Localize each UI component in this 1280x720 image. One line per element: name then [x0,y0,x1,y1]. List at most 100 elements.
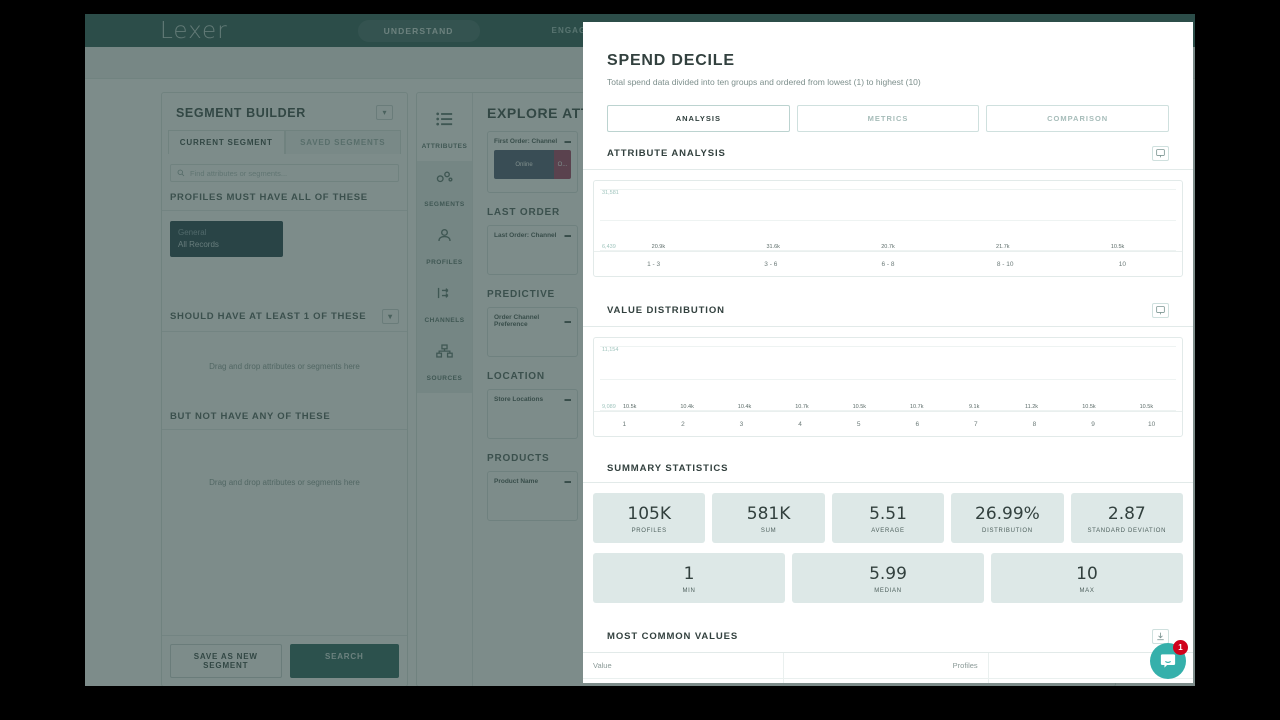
save-as-new-segment-button[interactable]: SAVE AS NEW SEGMENT [170,644,282,678]
modal-tabs: ANALYSIS METRICS COMPARISON [607,105,1169,132]
tab-metrics[interactable]: METRICS [797,105,980,132]
attribute-card-title: First Order: Channel [494,138,557,145]
search-input[interactable]: Find attributes or segments... [170,164,399,182]
more-icon[interactable]: ▬ [565,318,572,325]
chevron-down-icon[interactable]: ▾ [382,309,399,324]
bar-value-label: 21.7k [996,244,1009,250]
attribute-card[interactable]: Last Order: Channel ▬ [487,225,578,275]
section-must-have: PROFILES MUST HAVE ALL OF THESE [162,182,407,211]
x-axis-tick: 3 [715,412,768,436]
stat-label: MEDIAN [792,588,984,594]
x-axis-tick: 8 [1008,412,1061,436]
x-axis-tick: 8 - 10 [950,252,1061,276]
attribute-card[interactable]: Product Name ▬ [487,471,578,521]
stat-card: 5.51 AVERAGE [832,493,944,543]
sidebar-item-attributes[interactable]: ATTRIBUTES [417,103,472,161]
lexer-logo[interactable]: Lexer [160,18,228,44]
tab-current-segment[interactable]: CURRENT SEGMENT [168,130,285,154]
distribution-segment[interactable]: O... [554,150,571,179]
chevron-down-icon[interactable]: ▾ [376,105,393,120]
chart-bar[interactable]: 10.7k [891,404,942,412]
chart-bar[interactable]: 10.5k [834,404,885,412]
sidebar-item-sources[interactable]: SOURCES [417,335,472,393]
chart-bar[interactable]: 10.7k [776,404,827,412]
value-distribution-chart: 11,154 9,089 10.5k10.4k10.4k10.7k10.5k10… [593,337,1183,437]
modal-subtitle: Total spend data divided into ten groups… [607,77,1169,87]
nav-understand[interactable]: UNDERSTAND [358,20,480,42]
stat-value: 105K [593,504,705,524]
attribute-detail-modal: SPEND DECILE Total spend data divided in… [583,22,1193,683]
stat-value: 581K [712,504,824,524]
attribute-card[interactable]: Order Channel Preference▬ [487,307,578,357]
search-placeholder: Find attributes or segments... [190,169,287,178]
attribute-card[interactable]: First Order: Channel ▬ OnlineO... [487,131,578,193]
attribute-card-header: Product Name ▬ [494,478,571,485]
bar-value-label: 10.4k [680,404,693,410]
section-title: SUMMARY STATISTICS [607,463,728,474]
most-common-values-header: MOST COMMON VALUES [583,615,1193,653]
more-icon[interactable]: ▬ [565,232,572,239]
chart-toggle-icon[interactable] [1152,146,1169,161]
chart-bar[interactable]: 10.4k [661,404,712,412]
search-button[interactable]: SEARCH [290,644,400,678]
chart-bar[interactable]: 21.7k [948,244,1057,252]
bar-value-label: 10.5k [623,404,636,410]
x-axis-tick: 5 [832,412,885,436]
chart-plot-area: 31,581 6,439 20.9k31.6k20.7k21.7k10.5k [600,189,1176,251]
attribute-analysis-chart: 31,581 6,439 20.9k31.6k20.7k21.7k10.5k 1… [593,180,1183,277]
chart-bar[interactable]: 31.6k [719,244,828,252]
stat-value: 5.99 [792,564,984,584]
dropzone-not[interactable]: Drag and drop attributes or segments her… [162,430,407,535]
sidebar-item-label: SEGMENTS [424,201,464,208]
download-icon[interactable] [1152,629,1169,644]
chart-bar[interactable]: 11.2k [1006,404,1057,412]
stat-value: 5.51 [832,504,944,524]
x-axis-tick: 10 [1125,412,1178,436]
stat-label: MIN [593,588,785,594]
tab-analysis[interactable]: ANALYSIS [607,105,790,132]
sidebar-item-label: ATTRIBUTES [422,143,468,150]
page-title: SEGMENT BUILDER [176,106,306,120]
section-should-have: SHOULD HAVE AT LEAST 1 OF THESE ▾ [162,299,407,332]
attribute-card-title: Product Name [494,478,538,485]
attribute-card-title: Order Channel Preference [494,314,565,328]
chart-bar[interactable]: 9.1k [948,404,999,412]
sidebar-item-segments[interactable]: SEGMENTS [417,161,472,219]
stat-label: AVERAGE [832,528,944,534]
chart-bar[interactable]: 20.9k [604,244,713,252]
distribution-segment[interactable]: Online [494,150,554,179]
segment-builder-header: SEGMENT BUILDER ▾ [162,93,407,126]
attribute-chip-all-records[interactable]: General All Records [170,221,283,257]
tab-saved-segments[interactable]: SAVED SEGMENTS [285,130,402,154]
section-title: MOST COMMON VALUES [607,631,738,642]
section-should-label: SHOULD HAVE AT LEAST 1 OF THESE [170,311,366,322]
segments-icon [417,170,472,189]
chart-toggle-icon[interactable] [1152,303,1169,318]
table-column-header: Value [583,653,783,679]
chart-bar[interactable]: 10.5k [1121,404,1172,412]
chart-bar[interactable]: 20.7k [834,244,943,252]
attribute-card[interactable]: Store Locations▬ [487,389,578,439]
attribute-card-header: Last Order: Channel ▬ [494,232,571,239]
chart-bar[interactable]: 10.4k [719,404,770,412]
attribute-analysis-header: ATTRIBUTE ANALYSIS [583,132,1193,170]
sidebar-item-profiles[interactable]: PROFILES [417,219,472,277]
intercom-launcher[interactable]: 1 [1150,643,1186,679]
table-row[interactable]: 811,15410.58% [583,679,1193,684]
chart-bar[interactable]: 10.5k [1063,244,1172,252]
channels-icon [417,286,472,305]
more-icon[interactable]: ▬ [565,138,572,145]
x-axis-tick: 4 [774,412,827,436]
stat-label: MAX [991,588,1183,594]
attribute-card-title: Last Order: Channel [494,232,556,239]
chart-bar[interactable]: 10.5k [1063,404,1114,412]
x-axis-tick: 7 [950,412,1003,436]
dropzone-should[interactable]: Drag and drop attributes or segments her… [162,332,407,401]
more-icon[interactable]: ▬ [565,478,572,485]
sidebar-item-channels[interactable]: CHANNELS [417,277,472,335]
chart-bar[interactable]: 10.5k [604,404,655,412]
summary-stats-row: 1MIN5.99MEDIAN10MAX [583,543,1193,603]
x-axis-tick: 3 - 6 [715,252,826,276]
more-icon[interactable]: ▬ [565,396,572,403]
tab-comparison[interactable]: COMPARISON [986,105,1169,132]
